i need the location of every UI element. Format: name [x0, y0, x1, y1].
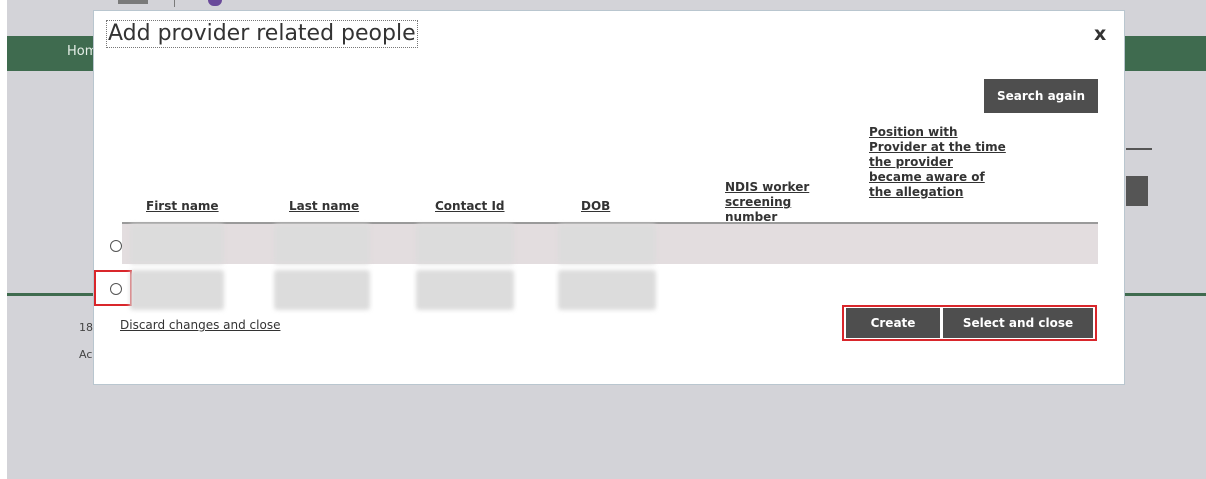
- row-1-radio[interactable]: [110, 240, 122, 252]
- column-header-contact-id[interactable]: Contact Id: [435, 199, 505, 214]
- dialog-title: Add provider related people: [106, 20, 418, 48]
- column-header-last-name[interactable]: Last name: [289, 199, 359, 214]
- column-header-position[interactable]: Position with Provider at the time the p…: [869, 125, 1009, 200]
- column-header-dob[interactable]: DOB: [581, 199, 610, 214]
- background-divider-fragment: [174, 0, 175, 7]
- search-again-button[interactable]: Search again: [984, 79, 1098, 113]
- radio-highlight-outline: [94, 270, 132, 306]
- add-provider-people-dialog: Add provider related people x Search aga…: [93, 10, 1125, 385]
- background-button-fragment: [1126, 176, 1148, 206]
- background-rule: [1126, 148, 1152, 150]
- create-button[interactable]: Create: [846, 308, 940, 338]
- column-header-first-name[interactable]: First name: [146, 199, 219, 214]
- column-header-ndis-screening[interactable]: NDIS worker screening number: [725, 180, 845, 225]
- close-icon[interactable]: x: [1094, 23, 1106, 45]
- background-text-fragment: 18: [79, 321, 93, 334]
- redacted-contact-id: [416, 270, 514, 310]
- background-logo-fragment: [118, 0, 148, 4]
- redacted-dob: [558, 270, 656, 310]
- redacted-last-name: [274, 224, 370, 264]
- discard-changes-link[interactable]: Discard changes and close: [120, 318, 280, 332]
- select-and-close-button[interactable]: Select and close: [943, 308, 1093, 338]
- redacted-first-name: [130, 270, 224, 310]
- background-text-fragment-2: Ac: [79, 348, 93, 361]
- redacted-first-name: [130, 224, 224, 264]
- redacted-contact-id: [416, 224, 514, 264]
- redacted-last-name: [274, 270, 370, 310]
- redacted-dob: [558, 224, 656, 264]
